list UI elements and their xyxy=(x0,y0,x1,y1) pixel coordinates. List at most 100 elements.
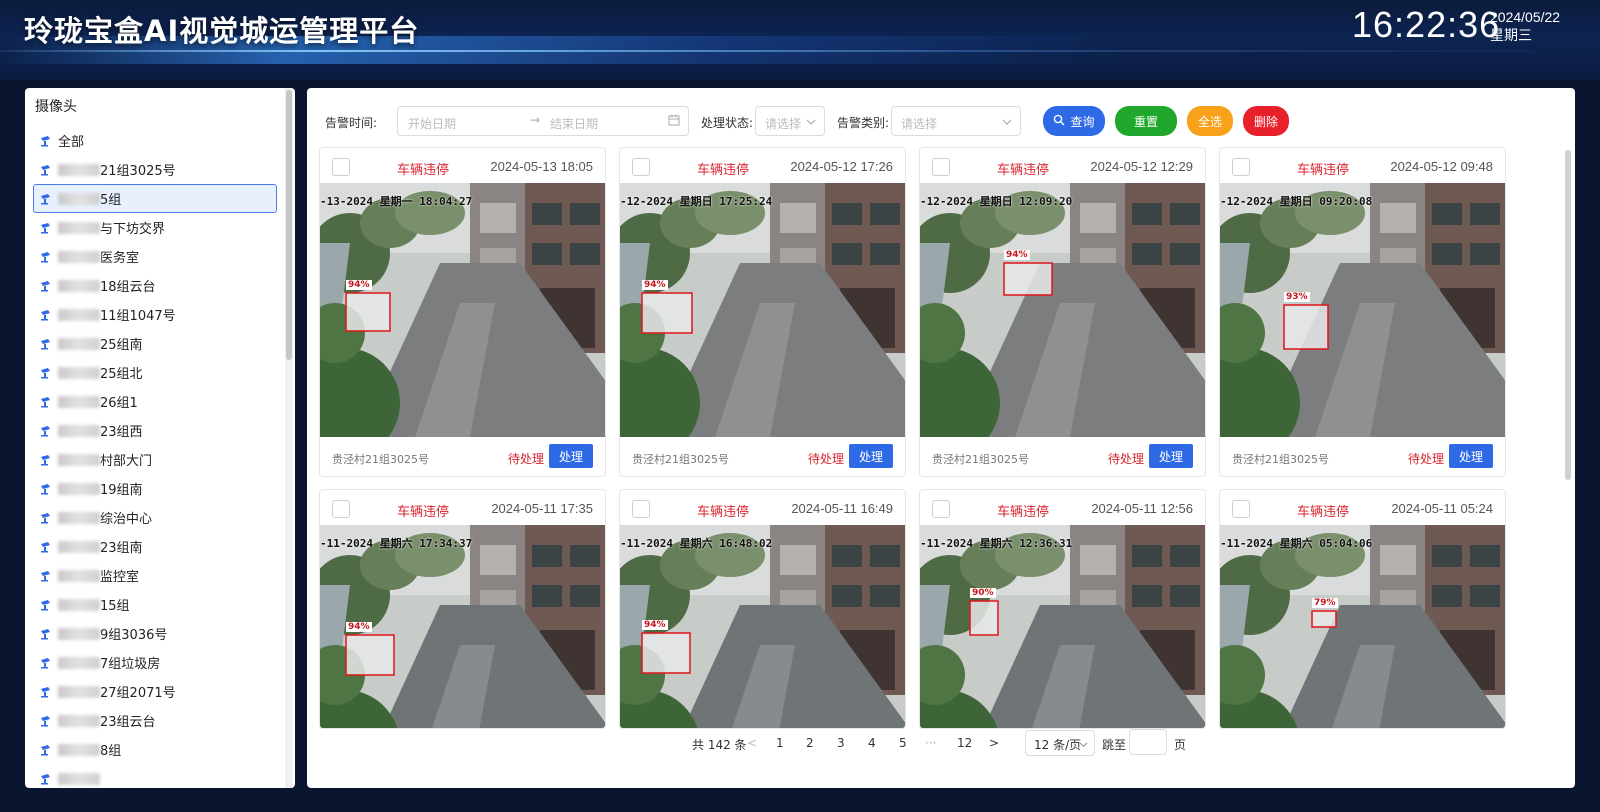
camera-item-label: 26组1 xyxy=(100,396,138,411)
card-checkbox[interactable] xyxy=(632,500,650,518)
redacted-text xyxy=(58,685,100,698)
camera-item[interactable]: 医务室 xyxy=(33,242,277,271)
camera-item[interactable]: 23组南 xyxy=(33,532,277,561)
camera-icon xyxy=(40,657,54,669)
alarm-card[interactable]: 车辆违停 2024-05-12 12:29 -12-2024 星期日 12:09… xyxy=(919,147,1206,477)
camera-icon xyxy=(40,222,54,234)
alarm-type: 车辆违停 xyxy=(997,163,1050,178)
start-date-input[interactable]: 开始日期 xyxy=(408,115,456,132)
prev-page-button[interactable]: < xyxy=(747,736,757,750)
handle-button[interactable]: 处理 xyxy=(1449,444,1493,468)
page-size-select[interactable]: 12 条/页 xyxy=(1025,730,1095,756)
alarm-snapshot[interactable]: -11-2024 星期六 17:34:37 94% xyxy=(320,525,605,728)
delete-button[interactable]: 删除 xyxy=(1243,106,1289,136)
next-page-button[interactable]: > xyxy=(989,736,999,750)
alarm-card[interactable]: 车辆违停 2024-05-11 16:49 -11-2024 星期六 16:48… xyxy=(619,489,906,729)
camera-item-label: 23组西 xyxy=(100,425,143,440)
card-checkbox[interactable] xyxy=(332,158,350,176)
alarm-card[interactable]: 车辆违停 2024-05-13 18:05 -13-2024 星期一 18:04… xyxy=(319,147,606,477)
card-checkbox[interactable] xyxy=(932,158,950,176)
sidebar-scrollbar-thumb[interactable] xyxy=(286,90,292,360)
card-checkbox[interactable] xyxy=(332,500,350,518)
camera-item[interactable]: 村部大门 xyxy=(33,445,277,474)
page-ellipsis[interactable]: ··· xyxy=(925,736,936,750)
camera-item[interactable]: 11组1047号 xyxy=(33,300,277,329)
card-checkbox[interactable] xyxy=(1232,158,1250,176)
camera-item[interactable]: 5组 xyxy=(33,184,277,213)
alarm-card[interactable]: 车辆违停 2024-05-12 17:26 -12-2024 星期日 17:25… xyxy=(619,147,906,477)
card-checkbox[interactable] xyxy=(1232,500,1250,518)
camera-location: 贵泾村21组3025号 xyxy=(632,453,729,466)
page-size-value: 12 条/页 xyxy=(1034,738,1082,752)
camera-item[interactable]: 25组南 xyxy=(33,329,277,358)
camera-item[interactable]: 8组 xyxy=(33,735,277,764)
alarm-snapshot[interactable]: -11-2024 星期六 05:04:06 79% xyxy=(1220,525,1505,728)
jump-label: 跳至 xyxy=(1102,738,1127,752)
reset-button[interactable]: 重置 xyxy=(1115,106,1177,136)
card-checkbox[interactable] xyxy=(632,158,650,176)
snapshot-timestamp: -11-2024 星期六 05:04:06 xyxy=(1220,537,1373,550)
handle-button[interactable]: 处理 xyxy=(1149,444,1193,468)
alarm-time: 2024-05-12 12:29 xyxy=(1090,159,1193,174)
jump-page-input[interactable] xyxy=(1129,729,1167,755)
alarm-card[interactable]: 车辆违停 2024-05-11 12:56 -11-2024 星期六 12:36… xyxy=(919,489,1206,729)
card-footer: 贵泾村21组3025号 待处理 处理 xyxy=(1220,437,1505,476)
camera-icon xyxy=(40,570,54,582)
alarm-card[interactable]: 车辆违停 2024-05-11 05:24 -11-2024 星期六 05:04… xyxy=(1219,489,1506,729)
card-checkbox[interactable] xyxy=(932,500,950,518)
camera-item[interactable]: 25组北 xyxy=(33,358,277,387)
alarm-card[interactable]: 车辆违停 2024-05-12 09:48 -12-2024 星期日 09:20… xyxy=(1219,147,1506,477)
camera-item[interactable]: 18组云台 xyxy=(33,271,277,300)
chevron-down-icon xyxy=(1002,116,1012,130)
alarm-snapshot[interactable]: -11-2024 星期六 16:48:02 94% xyxy=(620,525,905,728)
camera-item[interactable] xyxy=(33,764,277,788)
camera-item[interactable]: 23组西 xyxy=(33,416,277,445)
alarm-type: 车辆违停 xyxy=(397,505,450,520)
date-range-picker[interactable]: 开始日期 → 结束日期 xyxy=(397,106,689,136)
card-footer: 贵泾村21组3025号 待处理 处理 xyxy=(320,437,605,476)
alarm-card[interactable]: 车辆违停 2024-05-11 17:35 -11-2024 星期六 17:34… xyxy=(319,489,606,729)
sidebar-scrollbar[interactable] xyxy=(285,88,293,788)
alarm-snapshot[interactable]: -11-2024 星期六 12:36:31 90% xyxy=(920,525,1205,728)
pagination: 共 142 条 < 1 2 3 4 5 ··· 12 > 12 条/页 跳至 页 xyxy=(307,728,1575,758)
handle-button[interactable]: 处理 xyxy=(849,444,893,468)
redacted-text xyxy=(58,279,100,292)
status-badge: 待处理 xyxy=(508,452,545,466)
end-date-input[interactable]: 结束日期 xyxy=(550,115,598,132)
camera-item[interactable]: 7组垃圾房 xyxy=(33,648,277,677)
page-5[interactable]: 5 xyxy=(899,736,907,750)
camera-icon xyxy=(40,454,54,466)
redacted-text xyxy=(58,395,100,408)
camera-item[interactable]: 26组1 xyxy=(33,387,277,416)
query-button[interactable]: 查询 xyxy=(1043,106,1105,136)
alarm-snapshot[interactable]: -12-2024 星期日 12:09:20 94% xyxy=(920,183,1205,437)
page-1[interactable]: 1 xyxy=(776,736,784,750)
select-all-button[interactable]: 全选 xyxy=(1187,106,1233,136)
status-select[interactable]: 请选择 xyxy=(755,106,825,136)
alarm-snapshot[interactable]: -13-2024 星期一 18:04:27 94% xyxy=(320,183,605,437)
grid-scrollbar[interactable] xyxy=(1565,150,1571,480)
camera-item[interactable]: 监控室 xyxy=(33,561,277,590)
page-2[interactable]: 2 xyxy=(806,736,814,750)
camera-item[interactable]: 27组2071号 xyxy=(33,677,277,706)
page-4[interactable]: 4 xyxy=(868,736,876,750)
alarm-time: 2024-05-13 18:05 xyxy=(490,159,593,174)
page-12[interactable]: 12 xyxy=(957,736,972,750)
camera-item[interactable]: 23组云台 xyxy=(33,706,277,735)
alarm-snapshot[interactable]: -12-2024 星期日 17:25:24 94% xyxy=(620,183,905,437)
category-select[interactable]: 请选择 xyxy=(891,106,1021,136)
alarm-time: 2024-05-11 05:24 xyxy=(1391,501,1493,516)
confidence-label: 94% xyxy=(346,280,372,290)
redacted-text xyxy=(58,772,100,785)
camera-item[interactable]: 与下坊交界 xyxy=(33,213,277,242)
camera-item[interactable]: 21组3025号 xyxy=(33,155,277,184)
camera-item[interactable]: 全部 xyxy=(33,126,277,155)
alarm-snapshot[interactable]: -12-2024 星期日 09:20:08 93% xyxy=(1220,183,1505,437)
redacted-text xyxy=(58,569,100,582)
page-3[interactable]: 3 xyxy=(837,736,845,750)
handle-button[interactable]: 处理 xyxy=(549,444,593,468)
camera-item[interactable]: 15组 xyxy=(33,590,277,619)
camera-item[interactable]: 19组南 xyxy=(33,474,277,503)
camera-item[interactable]: 9组3036号 xyxy=(33,619,277,648)
camera-item[interactable]: 综治中心 xyxy=(33,503,277,532)
